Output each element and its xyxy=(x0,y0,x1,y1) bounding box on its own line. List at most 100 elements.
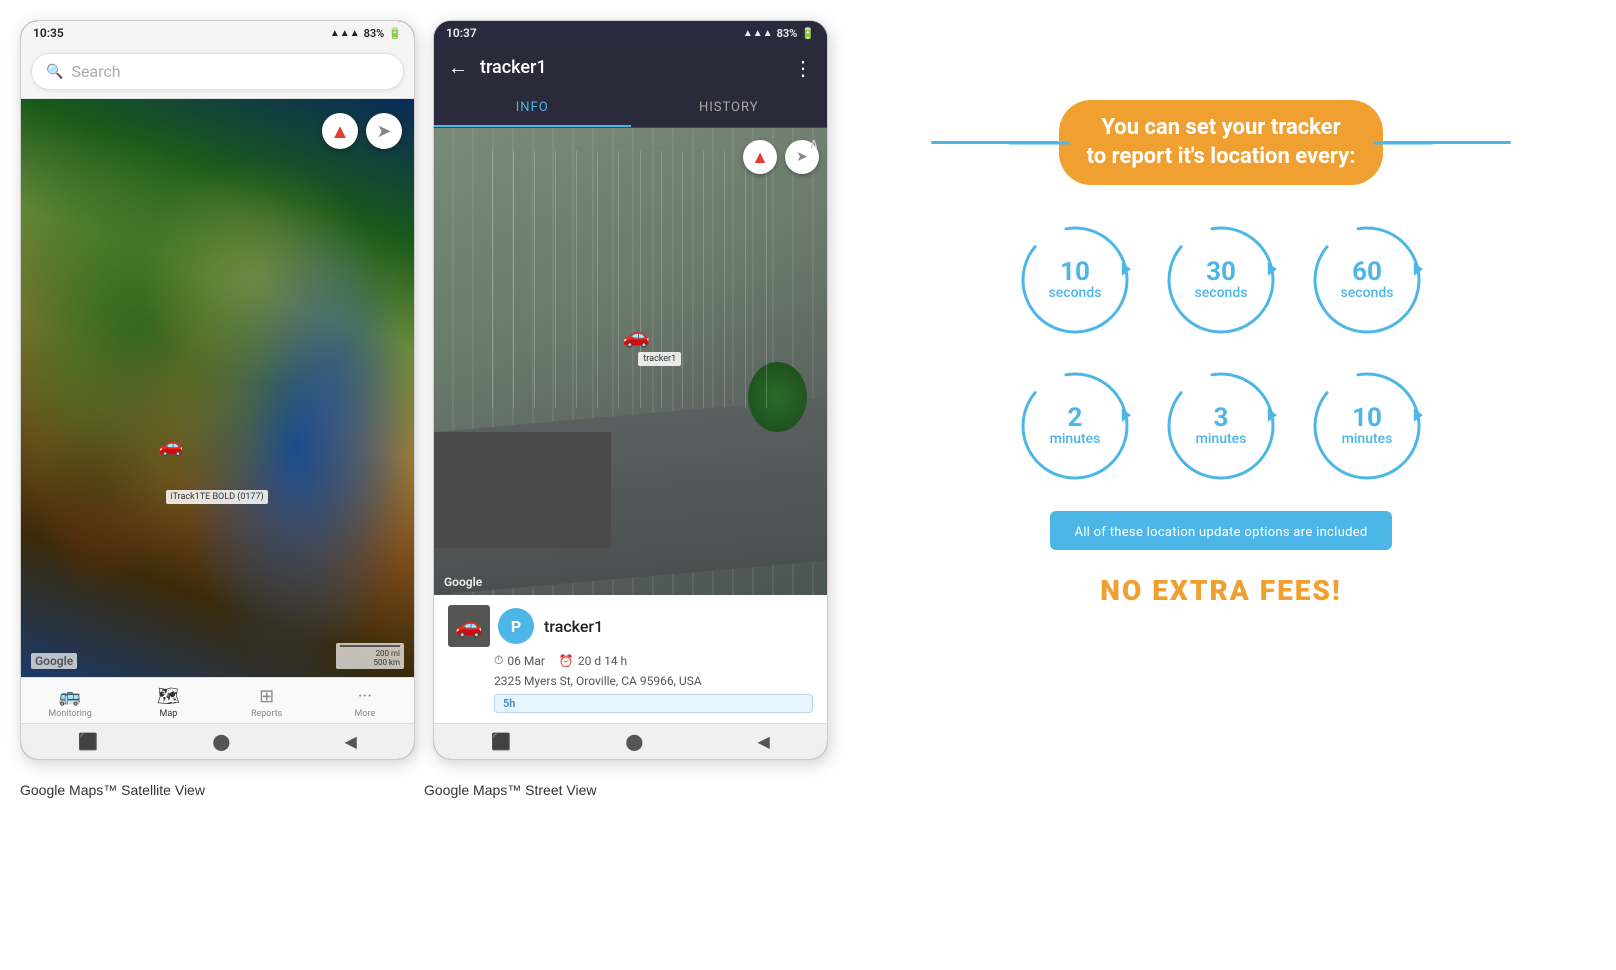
tab-history[interactable]: HISTORY xyxy=(631,90,828,127)
tracker-badge: 5h xyxy=(494,694,813,713)
google-logo-phone2: Google xyxy=(444,575,482,589)
headline-line1: You can set your tracker xyxy=(1087,114,1356,143)
bottom-nav: 🚌 Monitoring 🗺 Map ⊞ Reports ··· More xyxy=(21,677,414,723)
nav-reports-label: Reports xyxy=(251,709,282,719)
phone1-time: 10:35 xyxy=(33,26,64,40)
nav-monitoring-label: Monitoring xyxy=(48,709,91,719)
nav-more[interactable]: ··· More xyxy=(335,686,395,719)
recents-system-btn2[interactable]: ◀ xyxy=(758,732,770,751)
circle-60s-svg xyxy=(1306,219,1428,341)
back-system-btn2[interactable]: ⬛ xyxy=(491,732,511,751)
phone1-frame: 10:35 ▲▲▲ 83% 🔋 🔍 Search ▲ ➤ 🚗 xyxy=(20,20,415,760)
nav-reports[interactable]: ⊞ Reports xyxy=(237,686,297,719)
reports-icon: ⊞ xyxy=(259,686,274,707)
included-box: All of these location update options are… xyxy=(1050,511,1391,550)
meta-date: ⏱ 06 Mar xyxy=(494,653,545,668)
circle-2m: 2 minutes xyxy=(1014,365,1136,487)
tab-bar: INFO HISTORY xyxy=(434,90,827,128)
caption-phone2: Google Maps™ Street View xyxy=(424,780,810,799)
phone2-time: 10:37 xyxy=(446,26,477,40)
scroll-indicator: ∧ xyxy=(809,136,819,152)
circle-30s-svg xyxy=(1160,219,1282,341)
phone1-signal: ▲▲▲ xyxy=(330,28,360,39)
circle-3m-svg xyxy=(1160,365,1282,487)
tracker-avatar: P xyxy=(498,608,534,644)
system-nav-phone2: ⬛ ⬤ ◀ xyxy=(434,723,827,759)
main-layout: 10:35 ▲▲▲ 83% 🔋 🔍 Search ▲ ➤ 🚗 xyxy=(0,0,1616,770)
phone1-battery: 83% xyxy=(364,27,385,40)
meta-duration: ⏰ 20 d 14 h xyxy=(559,654,627,668)
circle-3m: 3 minutes xyxy=(1160,365,1282,487)
tab-info[interactable]: INFO xyxy=(434,90,631,127)
infographic-container: You can set your tracker to report it's … xyxy=(931,100,1511,607)
tracker-info-panel: 🚗 P tracker1 ⏱ 06 Mar ⏰ 20 d 14 h xyxy=(434,595,827,723)
nav-map[interactable]: 🗺 Map xyxy=(138,686,198,719)
date-icon: ⏱ xyxy=(494,653,503,668)
phone2-battery-icon: 🔋 xyxy=(801,27,815,40)
building-overlay xyxy=(434,432,611,549)
back-button[interactable]: ← xyxy=(448,55,468,80)
satellite-detail-map[interactable]: 🚗 tracker1 ▲ ➤ Google ∧ xyxy=(434,128,827,595)
map-scale: 200 mi500 km xyxy=(336,643,404,669)
headline-box: You can set your tracker to report it's … xyxy=(1059,100,1384,185)
phone1-battery-icon: 🔋 xyxy=(388,27,402,40)
duration-icon: ⏰ xyxy=(559,654,574,668)
circle-30s: 30 seconds xyxy=(1160,219,1282,341)
circle-60s: 60 seconds xyxy=(1306,219,1428,341)
caption-phone1: Google Maps™ Satellite View xyxy=(20,780,406,799)
nav-map-label: Map xyxy=(159,709,177,719)
caption-phone1-text: Google Maps™ Satellite View xyxy=(20,782,205,798)
map-icon: 🗺 xyxy=(157,686,180,707)
phone2-battery: 83% xyxy=(777,27,798,40)
circle-2m-svg xyxy=(1014,365,1136,487)
phone2-status-right: ▲▲▲ 83% 🔋 xyxy=(743,27,815,40)
recents-system-btn[interactable]: ◀ xyxy=(345,732,357,751)
search-bar: 🔍 Search xyxy=(21,45,414,99)
system-nav: ⬛ ⬤ ◀ xyxy=(21,723,414,759)
circles-row-2: 2 minutes 3 minutes xyxy=(1014,365,1428,487)
tracker-address: 2325 Myers St, Oroville, CA 95966, USA xyxy=(494,674,813,688)
google-logo-phone1: Google xyxy=(31,653,77,669)
search-icon: 🔍 xyxy=(46,64,63,80)
phone1-status-right: ▲▲▲ 83% 🔋 xyxy=(330,27,402,40)
circles-row-1: 10 seconds 30 seconds xyxy=(1014,219,1428,341)
monitoring-icon: 🚌 xyxy=(59,686,81,707)
circle-10m: 10 minutes xyxy=(1306,365,1428,487)
tracker-name: tracker1 xyxy=(544,617,603,636)
phone2-frame: 10:37 ▲▲▲ 83% 🔋 ← tracker1 ⋮ INFO HISTOR… xyxy=(433,20,828,760)
phone2-signal: ▲▲▲ xyxy=(743,28,773,39)
compass-button2[interactable]: ▲ xyxy=(743,140,777,174)
more-options-button[interactable]: ⋮ xyxy=(793,56,813,80)
phone1-status-bar: 10:35 ▲▲▲ 83% 🔋 xyxy=(21,21,414,45)
included-text: All of these location update options are… xyxy=(1074,525,1367,540)
tracker-title: tracker1 xyxy=(480,57,781,78)
right-panel: You can set your tracker to report it's … xyxy=(846,20,1596,760)
circle-10m-svg xyxy=(1306,365,1428,487)
more-icon: ··· xyxy=(358,686,372,707)
back-system-btn[interactable]: ⬛ xyxy=(78,732,98,751)
phone2-header: ← tracker1 ⋮ xyxy=(434,45,827,90)
phone2-status-bar: 10:37 ▲▲▲ 83% 🔋 xyxy=(434,21,827,45)
satellite-map[interactable]: ▲ ➤ 🚗 iTrack1TE BOLD (0177) Google 200 m… xyxy=(21,99,414,677)
map-device-label: iTrack1TE BOLD (0177) xyxy=(166,490,267,504)
nav-monitoring[interactable]: 🚌 Monitoring xyxy=(40,686,100,719)
map-terrain xyxy=(21,99,414,677)
home-system-btn[interactable]: ⬤ xyxy=(212,732,230,751)
compass-button[interactable]: ▲ xyxy=(322,113,358,149)
tracker-label-map: tracker1 xyxy=(638,352,681,366)
circle-10s-svg xyxy=(1014,219,1136,341)
no-fees-label: NO EXTRA FEES! xyxy=(1100,574,1341,607)
tracker-meta: ⏱ 06 Mar ⏰ 20 d 14 h xyxy=(494,653,813,668)
caption-phone2-text: Google Maps™ Street View xyxy=(424,782,597,798)
headline-line2: to report it's location every: xyxy=(1087,143,1356,172)
search-bar-inner[interactable]: 🔍 Search xyxy=(31,53,404,90)
home-system-btn2[interactable]: ⬤ xyxy=(625,732,643,751)
captions-row: Google Maps™ Satellite View Google Maps™… xyxy=(0,770,830,799)
map-marker: 🚗 xyxy=(159,433,184,457)
navigate-button[interactable]: ➤ xyxy=(366,113,402,149)
tracker-info-row1: 🚗 P tracker1 xyxy=(448,605,813,647)
search-input-placeholder[interactable]: Search xyxy=(71,62,120,81)
circle-10s: 10 seconds xyxy=(1014,219,1136,341)
nav-more-label: More xyxy=(355,709,376,719)
car-marker2: 🚗 xyxy=(623,324,650,349)
